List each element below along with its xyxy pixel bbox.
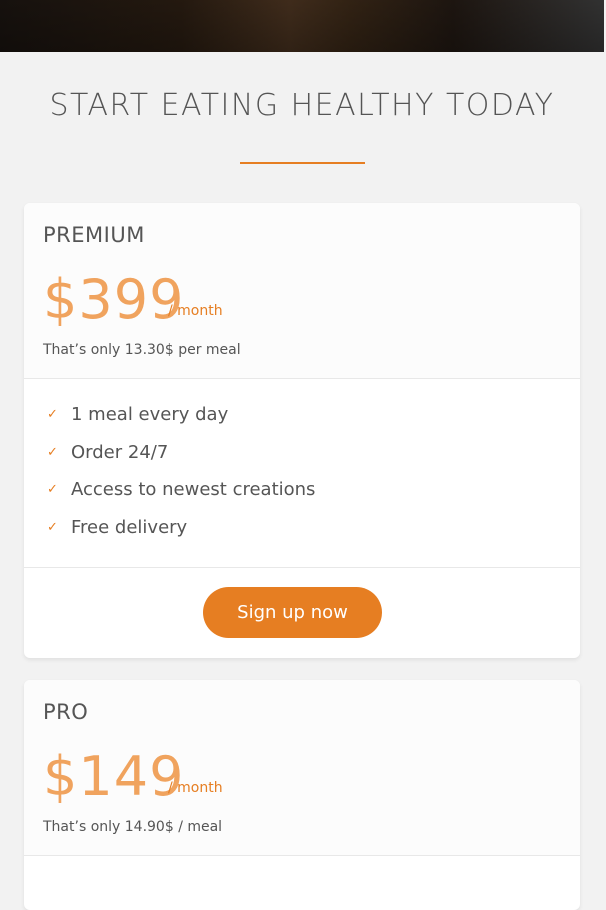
- plan-period: / month: [168, 780, 223, 796]
- checkmark-icon: ✓: [47, 482, 58, 498]
- title-divider: [240, 162, 365, 164]
- plan-name: PRO: [43, 700, 89, 724]
- feature-item: ✓ 1 meal every day: [24, 403, 580, 441]
- feature-text: Access to newest creations: [71, 479, 316, 501]
- plan-header: PREMIUM $399 / month That’s only 13.30$ …: [24, 203, 580, 379]
- plan-header: PRO $149 / month That’s only 14.90$ / me…: [24, 680, 580, 856]
- plan-footer: Sign up now: [24, 568, 580, 658]
- feature-item: ✓ Free delivery: [24, 516, 580, 554]
- feature-item: ✓ Order 24/7: [24, 441, 580, 479]
- plan-price-note: That’s only 14.90$ / meal: [43, 819, 223, 835]
- sign-up-button[interactable]: Sign up now: [203, 587, 382, 638]
- plan-card-pro: PRO $149 / month That’s only 14.90$ / me…: [24, 680, 580, 910]
- checkmark-icon: ✓: [47, 407, 58, 422]
- feature-item: ✓ Access to newest creations: [24, 478, 580, 516]
- checkmark-icon: ✓: [47, 520, 58, 536]
- feature-text: 1 meal every day: [71, 404, 229, 425]
- hero-image: [0, 0, 604, 52]
- plan-card-premium: PREMIUM $399 / month That’s only 13.30$ …: [24, 203, 580, 658]
- plan-price: $399: [43, 268, 185, 331]
- feature-text: Order 24/7: [71, 441, 169, 463]
- plan-name: PREMIUM: [43, 223, 145, 247]
- section-title: START EATING HEALTHY TODAY: [49, 88, 555, 123]
- plan-price-note: That’s only 13.30$ per meal: [43, 342, 241, 358]
- feature-list: ✓ 1 meal every day ✓ Order 24/7 ✓ Access…: [24, 379, 580, 568]
- plan-price: $149: [43, 745, 185, 808]
- checkmark-icon: ✓: [47, 444, 58, 460]
- feature-text: Free delivery: [71, 517, 188, 539]
- plan-period: / month: [168, 303, 223, 319]
